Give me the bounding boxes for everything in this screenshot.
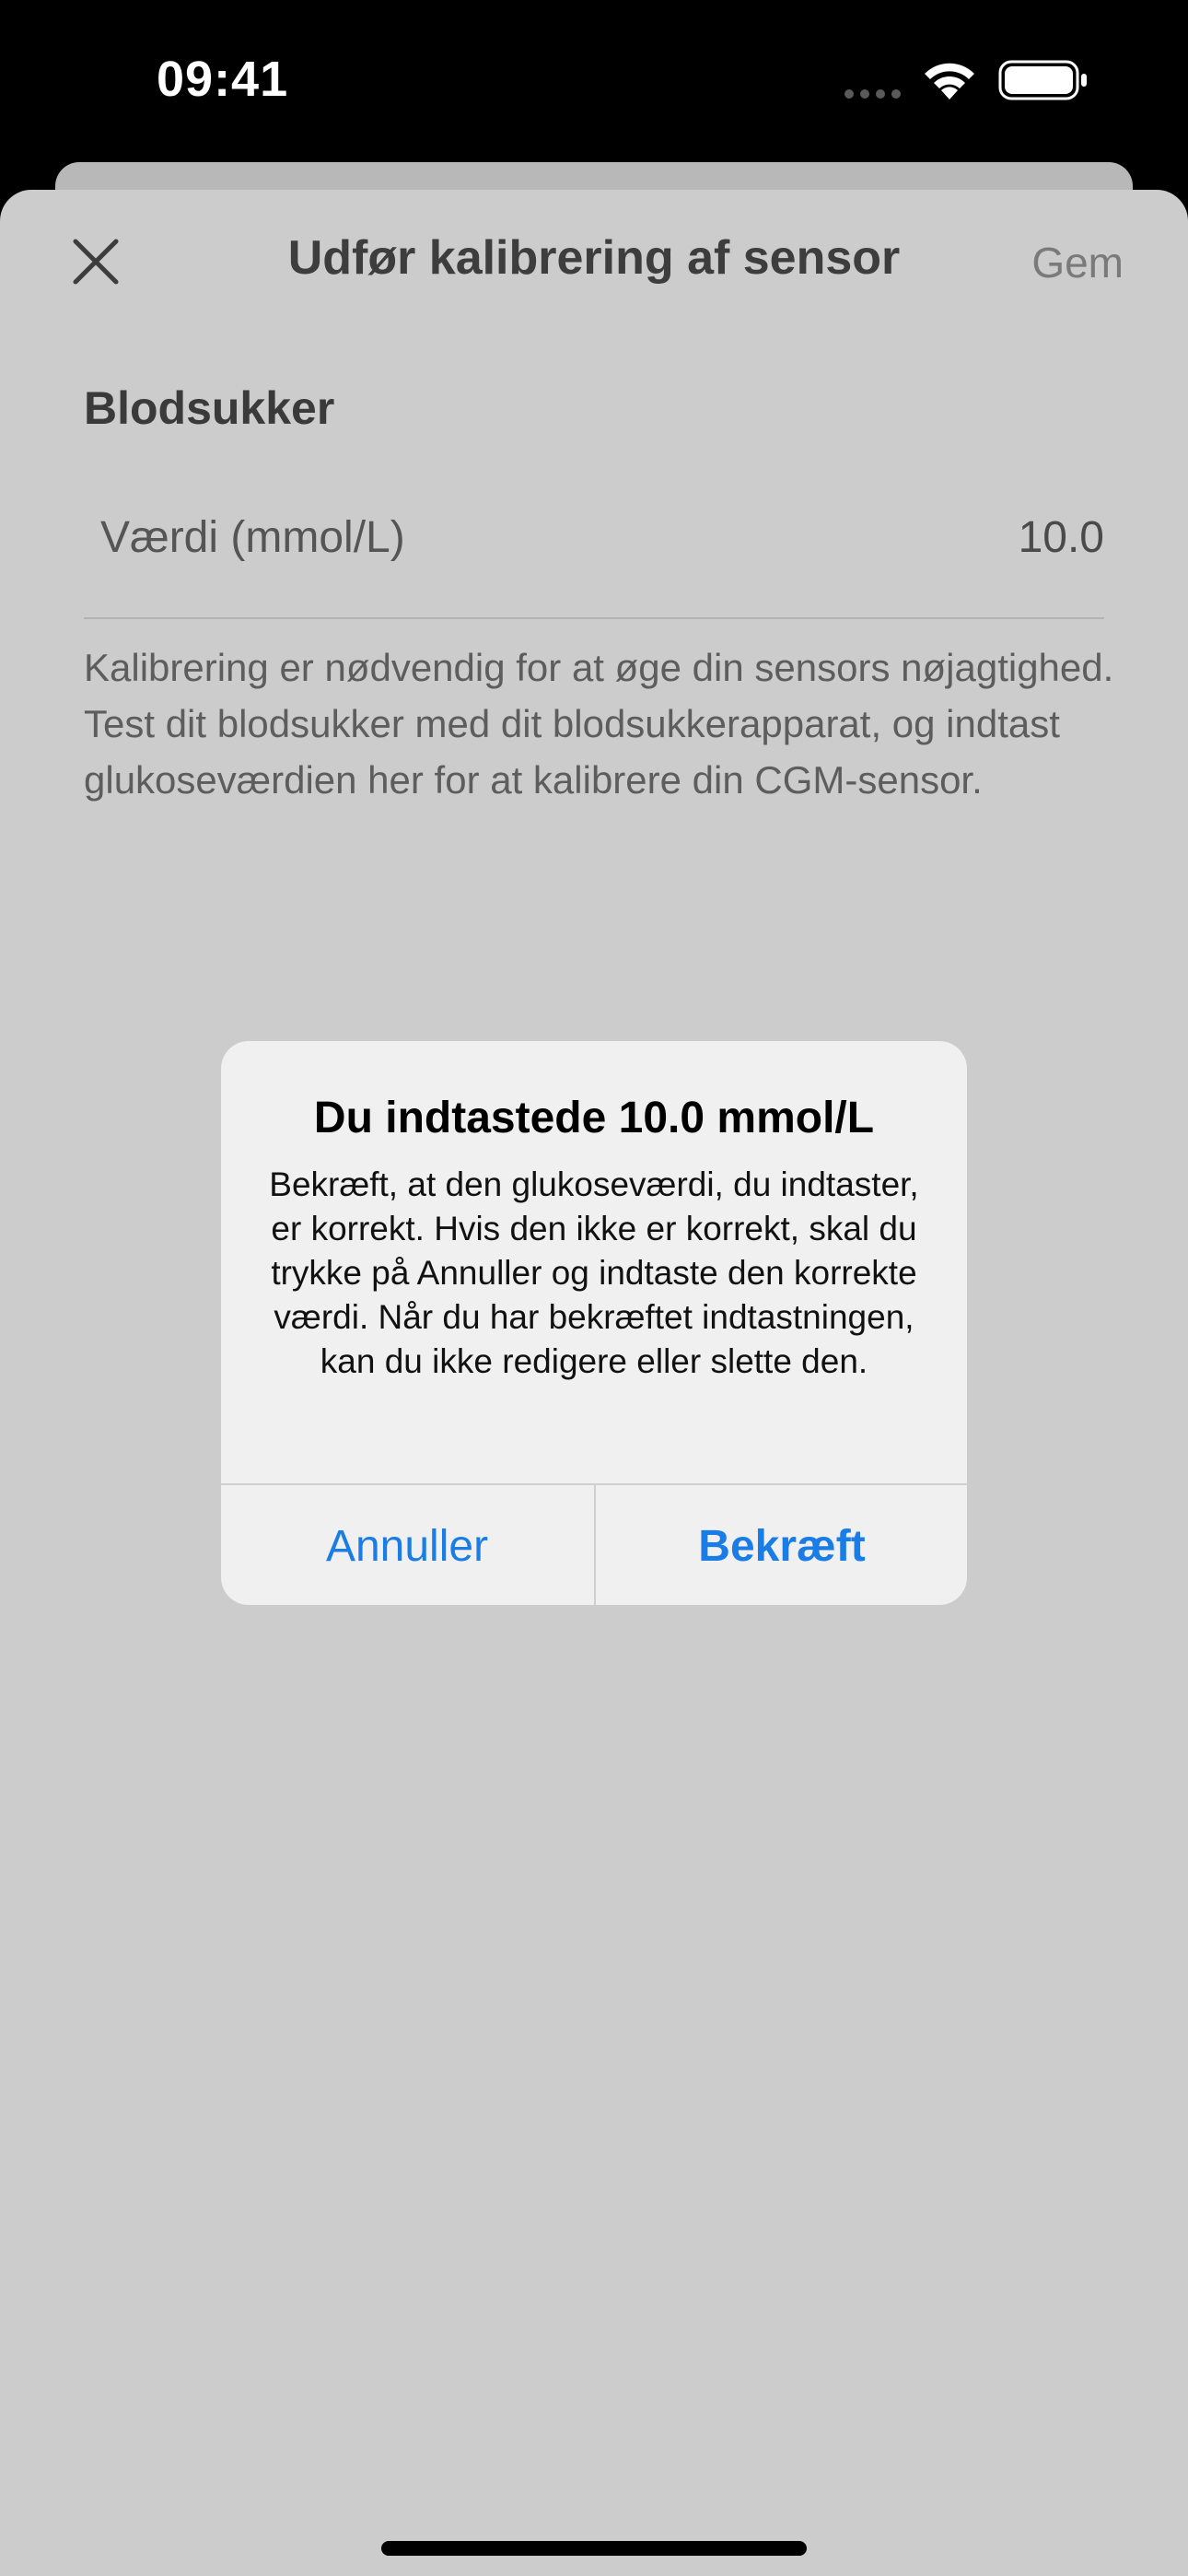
glucose-value-field[interactable]: 10.0 bbox=[1019, 512, 1104, 563]
battery-icon bbox=[998, 60, 1087, 100]
alert-message: Bekræft, at den glukoseværdi, du indtast… bbox=[269, 1165, 919, 1380]
save-button[interactable]: Gem bbox=[1031, 238, 1124, 287]
wifi-icon bbox=[925, 63, 974, 100]
confirmation-alert: Du indtastede 10.0 mmol/L Bekræft, at de… bbox=[221, 1041, 967, 1605]
status-bar: 09:41 bbox=[0, 0, 1188, 166]
cellular-signal-icon bbox=[844, 89, 901, 99]
close-icon[interactable] bbox=[70, 236, 122, 287]
alert-actions: Annuller Bekræft bbox=[221, 1483, 967, 1605]
home-indicator[interactable] bbox=[381, 2541, 807, 2556]
status-time: 09:41 bbox=[157, 52, 289, 107]
confirm-button[interactable]: Bekræft bbox=[594, 1485, 967, 1605]
section-heading: Blodsukker bbox=[84, 382, 335, 434]
calibration-help-text: Kalibrering er nødvendig for at øge din … bbox=[84, 646, 1114, 802]
value-label: Værdi (mmol/L) bbox=[100, 513, 405, 562]
value-row[interactable]: Værdi (mmol/L) 10.0 bbox=[84, 498, 1104, 619]
cancel-button[interactable]: Annuller bbox=[221, 1485, 593, 1605]
alert-title: Du indtastede 10.0 mmol/L bbox=[313, 1094, 875, 1142]
page-title: Udfør kalibrering af sensor bbox=[287, 231, 901, 285]
